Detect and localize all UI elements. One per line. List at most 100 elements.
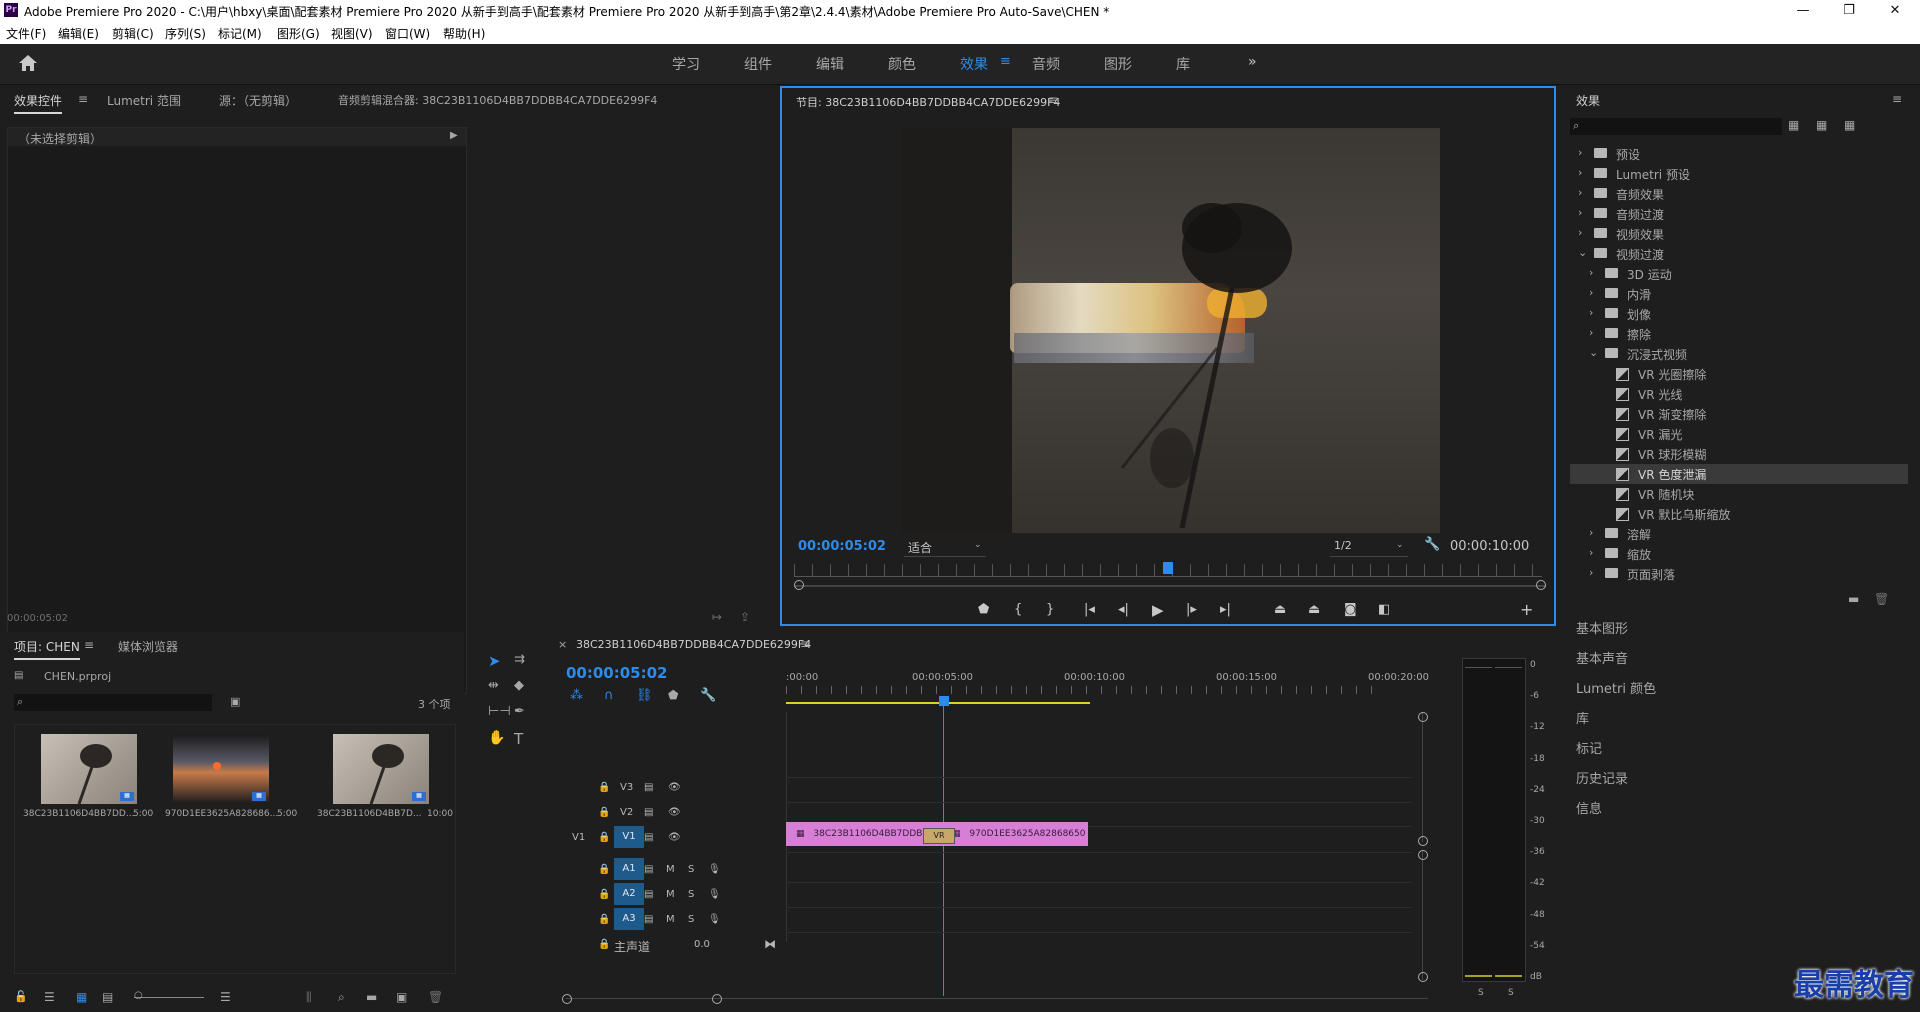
- zoom-bar[interactable]: [794, 585, 1546, 587]
- automate-icon[interactable]: ⫼: [306, 990, 312, 1005]
- sequence-tab[interactable]: 38C23B1106D4BB7DDBB4CA7DDE6299F4: [576, 638, 811, 651]
- tab-project[interactable]: 项目: CHEN: [14, 638, 80, 660]
- sync-lock-icon[interactable]: ▤: [644, 832, 653, 843]
- export-frame-icon[interactable]: ↦: [712, 610, 722, 624]
- workspace-effects[interactable]: 效果: [960, 54, 988, 74]
- video-track-scrollbar[interactable]: [1422, 712, 1423, 842]
- menu-help[interactable]: 帮助(H): [443, 25, 485, 42]
- resolution-dropdown[interactable]: 1/2 ⌄: [1330, 538, 1408, 557]
- menu-file[interactable]: 文件(F): [6, 25, 46, 42]
- workspace-assembly[interactable]: 组件: [744, 54, 772, 74]
- new-item-icon[interactable]: ▣: [396, 990, 407, 1004]
- tab-audio-clip-mixer[interactable]: 音频剪辑混合器: 38C23B1106D4BB7DDBB4CA7DDE6299F…: [338, 92, 657, 108]
- panel-essential-graphics[interactable]: 基本图形: [1576, 618, 1628, 637]
- solo-right-button[interactable]: S: [1508, 988, 1514, 998]
- menu-clip[interactable]: 剪辑(C): [112, 25, 154, 42]
- clip-thumbnail-2[interactable]: ▦: [173, 734, 269, 804]
- sync-lock-icon[interactable]: ▤: [644, 914, 653, 925]
- maximize-button[interactable]: ❐: [1826, 0, 1872, 22]
- export-frame-camera-icon[interactable]: ◙: [1344, 602, 1357, 617]
- lock-icon[interactable]: 🔒: [598, 832, 610, 843]
- close-button[interactable]: ✕: [1872, 0, 1918, 22]
- menu-markers[interactable]: 标记(M): [218, 25, 262, 42]
- selection-tool-icon[interactable]: ➤: [488, 652, 501, 670]
- project-search-input[interactable]: ⌕: [14, 694, 212, 711]
- lock-icon[interactable]: 🔓: [14, 990, 28, 1003]
- microphone-icon[interactable]: 🎙: [708, 864, 721, 875]
- track-target-v1[interactable]: V1: [614, 826, 644, 848]
- zoom-handle-left[interactable]: [562, 994, 572, 1004]
- nest-toggle-icon[interactable]: ⁂: [570, 688, 583, 703]
- menu-window[interactable]: 窗口(W): [385, 25, 430, 42]
- sync-lock-icon[interactable]: ▤: [644, 782, 653, 793]
- solo-button-a3[interactable]: S: [688, 914, 694, 925]
- timeline-clip-1[interactable]: ▦ 38C23B1106D4BB7DDBB: [786, 822, 938, 846]
- effects-tree-item[interactable]: › 音频过渡: [1570, 204, 1908, 224]
- add-marker-icon[interactable]: ⬟: [978, 602, 989, 617]
- effects-tree-item[interactable]: › 预设: [1570, 144, 1908, 164]
- panel-history[interactable]: 历史记录: [1576, 768, 1628, 787]
- sync-lock-icon[interactable]: ▤: [644, 864, 653, 875]
- chevron-right-icon[interactable]: ›: [1589, 286, 1593, 299]
- tab-lumetri-scopes[interactable]: Lumetri 范围: [107, 92, 181, 109]
- chevron-right-icon[interactable]: ›: [1589, 266, 1593, 279]
- find-icon[interactable]: ⌕: [338, 990, 345, 1005]
- effects-tree-item[interactable]: ⌄ 视频过渡: [1570, 244, 1908, 264]
- tab-source[interactable]: 源：（无剪辑）: [219, 92, 297, 109]
- add-marker-icon[interactable]: ⬟: [668, 688, 678, 702]
- slip-tool-icon[interactable]: ⊢⊣: [488, 704, 511, 719]
- comparison-view-icon[interactable]: ◧: [1378, 602, 1390, 617]
- lock-icon[interactable]: 🔒: [598, 807, 610, 818]
- menu-sequence[interactable]: 序列(S): [165, 25, 206, 42]
- effects-tree-item[interactable]: › 溶解: [1570, 524, 1908, 544]
- workspace-graphics[interactable]: 图形: [1104, 54, 1132, 74]
- tab-menu-icon[interactable]: ≡: [78, 92, 88, 106]
- tab-media-browser[interactable]: 媒体浏览器: [118, 638, 178, 655]
- work-area-bar[interactable]: [786, 702, 1090, 704]
- zoom-handle-left[interactable]: [794, 580, 804, 590]
- lift-icon[interactable]: ⏏: [1274, 602, 1286, 617]
- new-bin-icon[interactable]: ▬: [366, 990, 377, 1004]
- effects-menu-icon[interactable]: ≡: [1892, 92, 1902, 106]
- program-menu-icon[interactable]: ≡: [1048, 93, 1058, 107]
- scroll-handle[interactable]: [1418, 972, 1428, 982]
- eye-icon[interactable]: 👁: [668, 832, 681, 843]
- chevron-down-icon[interactable]: ⌄: [1578, 246, 1587, 259]
- effects-tree-item[interactable]: › 内滑: [1570, 284, 1908, 304]
- chevron-right-icon[interactable]: ›: [1589, 306, 1593, 319]
- solo-button-a2[interactable]: S: [688, 889, 694, 900]
- step-back-icon[interactable]: ◂|: [1118, 602, 1129, 617]
- effects-tree-item[interactable]: › 划像: [1570, 304, 1908, 324]
- effects-tree-item[interactable]: › 擦除: [1570, 324, 1908, 344]
- clip-thumbnail-3[interactable]: ▦: [333, 734, 429, 805]
- new-search-bin-icon[interactable]: ▣: [230, 695, 240, 708]
- go-to-out-icon[interactable]: ▸|: [1220, 602, 1231, 617]
- workspace-editing[interactable]: 编辑: [816, 54, 844, 74]
- program-timecode[interactable]: 00:00:05:02: [798, 539, 886, 554]
- transition-vr-chroma-leak[interactable]: VR: [923, 828, 955, 844]
- razor-tool-icon[interactable]: ◆: [514, 678, 524, 693]
- lock-icon[interactable]: 🔒: [598, 864, 610, 875]
- effects-tree-item[interactable]: › 页面剥落: [1570, 564, 1908, 584]
- time-ruler[interactable]: :00:00 00:00:05:00 00:00:10:00 00:00:15:…: [786, 672, 1429, 706]
- effects-tree-item[interactable]: VR 随机块: [1570, 484, 1908, 504]
- panel-markers[interactable]: 标记: [1576, 738, 1602, 757]
- workspace-libraries[interactable]: 库: [1176, 54, 1190, 74]
- share-icon[interactable]: ⇪: [740, 610, 750, 624]
- microphone-icon[interactable]: 🎙: [708, 889, 721, 900]
- freeform-view-icon[interactable]: ▤: [102, 990, 113, 1004]
- hand-tool-icon[interactable]: ✋: [488, 730, 505, 746]
- slider-handle-icon[interactable]: ○: [134, 990, 143, 1001]
- timeline-zoom-bar[interactable]: [566, 998, 1428, 999]
- track-select-tool-icon[interactable]: ⇉: [514, 652, 525, 667]
- scroll-handle[interactable]: [1418, 850, 1428, 860]
- panel-libraries[interactable]: 库: [1576, 708, 1589, 727]
- menu-graphics[interactable]: 图形(G): [277, 25, 320, 42]
- lock-icon[interactable]: 🔒: [598, 939, 610, 950]
- panel-essential-sound[interactable]: 基本声音: [1576, 648, 1628, 667]
- chevron-right-icon[interactable]: ›: [1578, 206, 1582, 219]
- chevron-right-icon[interactable]: ›: [1589, 526, 1593, 539]
- panel-info[interactable]: 信息: [1576, 798, 1602, 817]
- track-target-a2[interactable]: A2: [614, 883, 644, 905]
- icon-view-icon[interactable]: ▦: [76, 990, 87, 1004]
